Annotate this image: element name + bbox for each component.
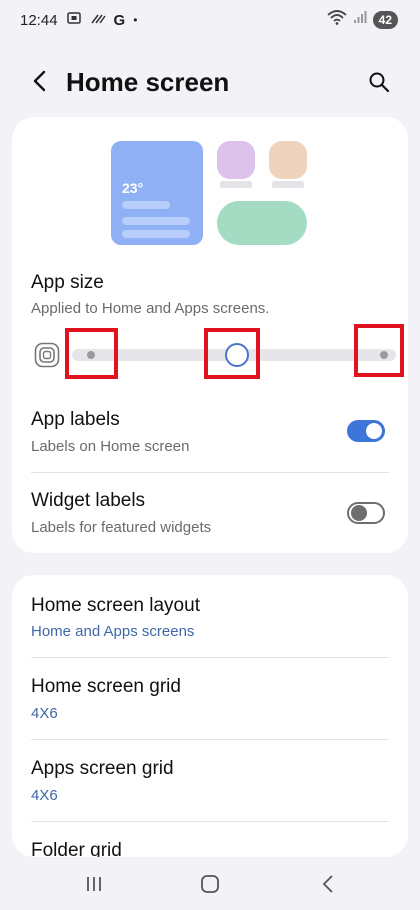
icon-label-preview (272, 181, 304, 188)
status-bar: 12:44 G • 42 (0, 0, 420, 40)
search-button[interactable] (364, 67, 394, 97)
app-labels-title: App labels (31, 409, 120, 430)
app-size-icon (34, 342, 60, 368)
home-screen-layout-title: Home screen layout (31, 595, 200, 616)
app-labels-subtitle: Labels on Home screen (31, 438, 190, 455)
divider (31, 472, 389, 473)
back-nav-button[interactable] (313, 871, 343, 897)
notification-dot-icon: • (133, 13, 138, 27)
apps-screen-grid-setting[interactable]: Apps screen grid 4X6 (12, 740, 408, 821)
navigation-bar (0, 857, 420, 910)
status-right: 42 (327, 9, 398, 30)
home-screen-preview: 23° (12, 117, 408, 257)
page-title: Home screen (66, 67, 230, 97)
wifi-calling-icon (90, 11, 106, 29)
status-time: 12:44 (20, 11, 58, 29)
screenshot-icon (66, 10, 82, 30)
google-icon: G (113, 11, 126, 29)
wifi-icon (327, 9, 347, 30)
back-button[interactable] (24, 65, 56, 97)
weather-widget-preview: 23° (111, 141, 203, 245)
apps-screen-grid-value: 4X6 (31, 787, 58, 804)
widget-line (122, 230, 190, 238)
home-screen-layout-setting[interactable]: Home screen layout Home and Apps screens (12, 575, 408, 657)
toggle-knob (366, 423, 382, 439)
app-header: Home screen (0, 55, 420, 111)
highlight-box-medium (204, 328, 260, 379)
search-icon (369, 72, 390, 93)
widget-labels-setting[interactable]: Widget labels Labels for featured widget… (12, 479, 408, 553)
widget-temperature: 23° (122, 180, 144, 196)
signal-icon (353, 10, 367, 29)
highlight-box-small (65, 328, 118, 379)
app-size-subtitle: Applied to Home and Apps screens. (31, 300, 270, 317)
folder-grid-setting[interactable]: Folder grid (12, 822, 408, 857)
toggle-knob (351, 505, 367, 521)
battery-icon: 42 (372, 10, 398, 29)
home-screen-grid-value: 4X6 (31, 705, 58, 722)
folder-grid-title: Folder grid (31, 840, 122, 857)
app-icon-preview (217, 141, 255, 179)
highlight-box-large (354, 324, 404, 377)
chevron-left-icon (33, 70, 46, 92)
widget-labels-toggle[interactable] (347, 502, 385, 524)
app-labels-setting[interactable]: App labels Labels on Home screen (12, 399, 408, 471)
wide-widget-preview (217, 201, 307, 245)
home-screen-grid-title: Home screen grid (31, 676, 181, 697)
recent-apps-icon (87, 877, 101, 891)
home-screen-settings-card: 23° App size Applied to Home and Apps sc… (12, 117, 408, 553)
apps-screen-grid-title: Apps screen grid (31, 758, 174, 779)
app-labels-toggle[interactable] (347, 420, 385, 442)
widget-labels-title: Widget labels (31, 490, 146, 511)
icon-label-preview (220, 181, 252, 188)
app-size-title: App size (31, 272, 104, 293)
widget-labels-subtitle: Labels for featured widgets (31, 519, 212, 536)
widget-line (122, 201, 170, 209)
home-screen-layout-value: Home and Apps screens (31, 623, 195, 640)
home-button[interactable] (195, 871, 225, 897)
app-icon-preview (269, 141, 307, 179)
recent-apps-button[interactable] (79, 871, 109, 897)
home-screen-grid-setting[interactable]: Home screen grid 4X6 (12, 658, 408, 739)
app-size-setting: App size Applied to Home and Apps screen… (12, 267, 408, 337)
home-icon (201, 875, 219, 893)
widget-line (122, 217, 190, 225)
layout-settings-card: Home screen layout Home and Apps screens… (12, 575, 408, 857)
status-left: 12:44 G • (20, 10, 137, 30)
chevron-left-icon (322, 875, 333, 893)
